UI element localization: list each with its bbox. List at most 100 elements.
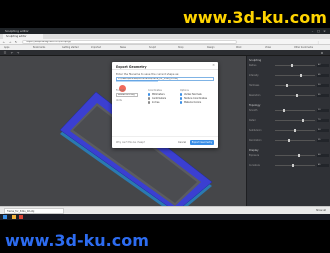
slider-track[interactable] (275, 110, 315, 111)
close-icon[interactable]: × (322, 29, 327, 33)
option-material-colors[interactable]: Material Colors (180, 101, 201, 104)
dialog-header: Export Geometry × (112, 62, 218, 70)
option-label: Millimeters (152, 93, 165, 96)
url-input[interactable]: https://stephaneginier.com/sculptgl/ (22, 40, 237, 44)
option-texture-coordinates[interactable]: Texture Coordinates (180, 97, 207, 100)
slider-track[interactable] (275, 65, 315, 66)
bookmark-item[interactable]: Shop (178, 46, 184, 49)
options-label: Options (180, 89, 189, 92)
panel-section-title[interactable]: Topology (249, 104, 260, 107)
option-label: Texture Coordinates (184, 97, 207, 100)
slider-track[interactable] (275, 85, 315, 86)
slider-handle[interactable] (294, 129, 296, 132)
redo-icon[interactable]: ↷ (16, 51, 20, 55)
bookmark-item[interactable]: Imported (91, 46, 101, 49)
slider-handle[interactable] (286, 84, 289, 87)
bookmark-item[interactable]: Getting started (62, 46, 79, 49)
option-centimeters[interactable]: Centimeters (148, 97, 166, 100)
back-icon[interactable]: ← (2, 40, 6, 44)
slider-value[interactable]: 35 (317, 139, 329, 142)
watermark-bottom: www.3d-ku.com (5, 231, 149, 250)
radio-icon[interactable] (180, 101, 183, 104)
browser-window: Sculpting editor – □ × Sculpting editor … (0, 28, 330, 220)
slider-handle[interactable] (292, 164, 295, 167)
slider-handle[interactable] (288, 139, 291, 142)
slider-value[interactable]: 20 (317, 109, 329, 112)
slider-handle[interactable] (295, 94, 298, 97)
slider-value[interactable]: 55 (317, 94, 329, 97)
radio-icon[interactable] (148, 97, 151, 100)
menu-icon[interactable]: ⋮ (316, 40, 320, 44)
slider-label: Hardness (249, 84, 260, 87)
radio-icon[interactable] (180, 93, 183, 96)
slider-label: Decimation (249, 139, 262, 142)
format-select[interactable]: Wavefront OBJ (116, 93, 138, 97)
forward-icon[interactable]: → (8, 40, 12, 44)
panel-section-title[interactable]: Display (249, 149, 259, 152)
slider-label: Resolution (249, 94, 261, 97)
reload-icon[interactable]: ↻ (14, 40, 18, 44)
maximize-icon[interactable]: □ (316, 29, 321, 33)
slider-track[interactable] (275, 155, 315, 156)
bookmark-item[interactable]: Work (236, 46, 242, 49)
slider-value[interactable]: 45 (317, 164, 329, 167)
slider-value[interactable]: 50 (317, 129, 329, 132)
file-icon[interactable]: ☰ (3, 51, 7, 55)
explorer-icon[interactable] (12, 215, 16, 219)
slider-track[interactable] (275, 165, 315, 166)
slider-handle[interactable] (290, 64, 293, 67)
slider-value[interactable]: 65 (317, 74, 329, 77)
slider-value[interactable]: 60 (317, 154, 329, 157)
slider-row: Intensity 65 (249, 74, 329, 77)
bookmark-item[interactable]: Video (265, 46, 271, 49)
bookmark-item[interactable]: Apps (4, 46, 9, 49)
slider-row: Exposure 60 (249, 154, 329, 157)
slider-value[interactable]: 42 (317, 64, 329, 67)
dialog-title: Export Geometry (116, 64, 147, 69)
option-vertex-normals[interactable]: Vertex Normals (180, 93, 202, 96)
slider-handle[interactable] (299, 74, 302, 77)
slider-track[interactable] (275, 120, 315, 121)
coordinates-label: Coordinates (148, 89, 162, 92)
cancel-button[interactable]: Cancel (176, 140, 188, 145)
radio-icon[interactable] (148, 101, 151, 104)
slider-handle[interactable] (301, 119, 304, 122)
help-link[interactable]: Why can't this be cheap? (116, 141, 145, 144)
slider-track[interactable] (275, 75, 315, 76)
browser-icon[interactable] (19, 215, 23, 219)
bookmark-item[interactable]: News (120, 46, 126, 49)
option-millimeters[interactable]: Millimeters (148, 93, 165, 96)
slider-row: Smooth 20 (249, 109, 329, 112)
slider-label: Detail (249, 119, 256, 122)
bookmark-item[interactable]: Sculpt (149, 46, 156, 49)
bookmark-item[interactable]: Other bookmarks (294, 46, 313, 49)
settings-icon[interactable]: ⚙ (320, 51, 324, 55)
export-button[interactable]: Export Geometry (190, 140, 214, 145)
slider-track[interactable] (275, 140, 315, 141)
bookmark-item[interactable]: Bookmarks (33, 46, 45, 49)
radio-icon[interactable] (148, 93, 151, 96)
start-icon[interactable] (3, 215, 7, 219)
slider-label: Intensity (249, 74, 259, 77)
watermark-top: www.3d-ku.com (183, 8, 327, 27)
os-taskbar (0, 214, 330, 220)
radio-icon[interactable] (180, 97, 183, 100)
downloads-bar: frame_for_3dku_02.obj Show all (0, 206, 330, 214)
option-label: Inches (152, 101, 160, 104)
filename-label: Enter the filename to save the current s… (116, 73, 180, 76)
undo-icon[interactable]: ↶ (10, 51, 14, 55)
text-selection-highlight (116, 80, 158, 82)
panel-section-title[interactable]: Sculpting (249, 59, 261, 62)
option-label: Vertex Normals (184, 93, 202, 96)
close-icon[interactable]: × (212, 63, 215, 67)
slider-value[interactable]: 70 (317, 119, 329, 122)
minimize-icon[interactable]: – (310, 29, 315, 33)
bookmark-item[interactable]: Design (207, 46, 215, 49)
option-inches[interactable]: Inches (148, 101, 159, 104)
slider-row: Detail 70 (249, 119, 329, 122)
tool-panel: Sculpting Radius 42 Intensity 65 Hardness 30 Re… (246, 56, 330, 206)
slider-handle[interactable] (282, 109, 285, 112)
slider-handle[interactable] (297, 154, 300, 157)
slider-label: Smooth (249, 109, 258, 112)
slider-value[interactable]: 30 (317, 84, 329, 87)
